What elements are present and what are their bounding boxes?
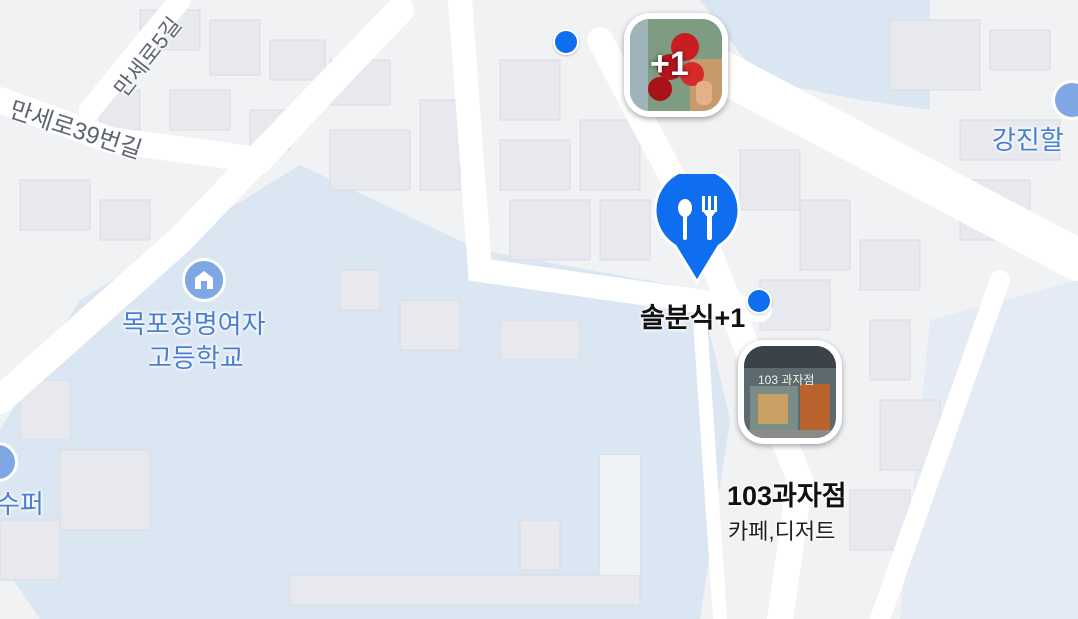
restaurant-label[interactable]: 솔분식+1 bbox=[640, 296, 745, 335]
bakery-sign-text: 103 과자점 bbox=[758, 373, 815, 387]
cluster-photo-marker[interactable]: +1 bbox=[624, 13, 728, 117]
school-icon[interactable] bbox=[182, 258, 226, 302]
school-name-line2[interactable]: 고등학교 bbox=[148, 338, 244, 375]
bakery-photo-marker[interactable]: 103 과자점 bbox=[738, 340, 842, 444]
location-dot[interactable] bbox=[746, 288, 772, 314]
restaurant-pin[interactable] bbox=[653, 166, 741, 286]
cluster-photo: +1 bbox=[630, 19, 722, 111]
school-name-line1[interactable]: 목포정명여자 bbox=[122, 304, 266, 341]
location-dot[interactable] bbox=[553, 29, 579, 55]
bakery-name-label[interactable]: 103과자점 bbox=[727, 474, 847, 513]
bakery-category-label: 카페,디저트 bbox=[728, 519, 836, 544]
place-label-super[interactable]: 수퍼 bbox=[0, 484, 44, 521]
cluster-count-badge: +1 bbox=[650, 45, 689, 83]
bakery-photo: 103 과자점 bbox=[744, 346, 836, 438]
map-view[interactable]: 만세로5길 만세로39번길 목포정명여자 고등학교 강진할 수퍼 +1 솔분식+… bbox=[0, 0, 1078, 619]
place-label-gangjin[interactable]: 강진할 bbox=[992, 120, 1064, 157]
